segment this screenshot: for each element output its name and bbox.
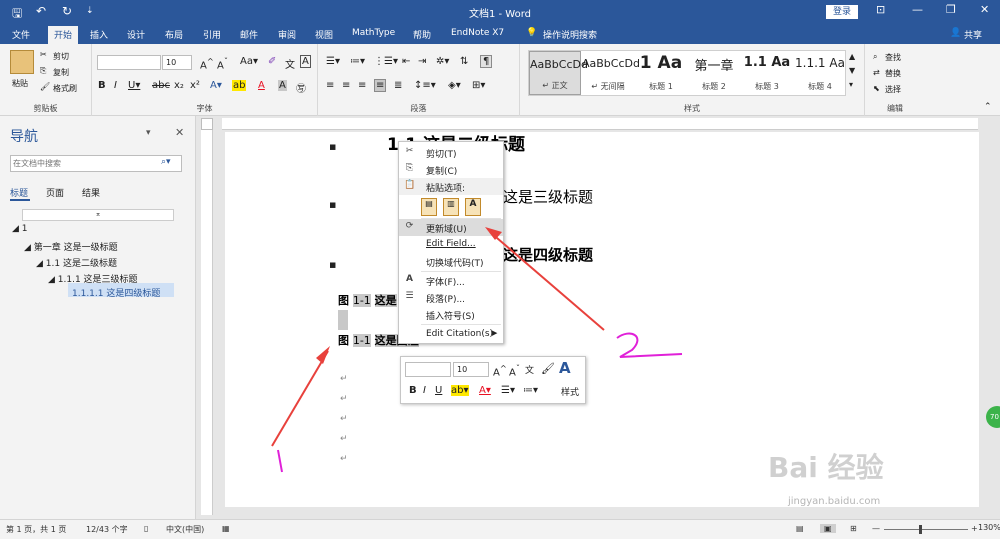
read-mode-icon[interactable]: ▤	[796, 524, 804, 533]
arrow-2-shaft	[489, 231, 605, 331]
language[interactable]: 中文(中国)	[166, 524, 204, 535]
print-layout-icon[interactable]: ▣	[820, 524, 836, 533]
watermark-logo: Bai 经验	[768, 451, 884, 484]
annotation-label-2: 2	[622, 332, 633, 353]
watermark-url: jingyan.baidu.com	[788, 496, 881, 507]
zoom-level[interactable]: 130%	[978, 523, 1000, 532]
arrow-2-head	[485, 227, 502, 240]
zoom-in-icon[interactable]: +	[971, 524, 978, 533]
annotation-label-1: 1	[274, 452, 285, 473]
zoom-slider[interactable]	[884, 529, 968, 530]
zoom-out-icon[interactable]: —	[872, 524, 880, 533]
page-count[interactable]: 第 1 页，共 1 页	[6, 524, 66, 535]
macro-icon[interactable]: ▦	[222, 524, 230, 533]
zoom-slider-thumb[interactable]	[919, 525, 922, 534]
status-bar: 第 1 页，共 1 页 12/43 个字 ▯ 中文(中国) ▦ ▤ ▣ ⊞ — …	[0, 519, 1000, 539]
web-layout-icon[interactable]: ⊞	[850, 524, 857, 533]
arrow-1-head	[316, 346, 330, 364]
proofing-icon[interactable]: ▯	[144, 524, 148, 533]
word-count[interactable]: 12/43 个字	[86, 524, 128, 535]
arrow-1-shaft	[271, 350, 329, 447]
